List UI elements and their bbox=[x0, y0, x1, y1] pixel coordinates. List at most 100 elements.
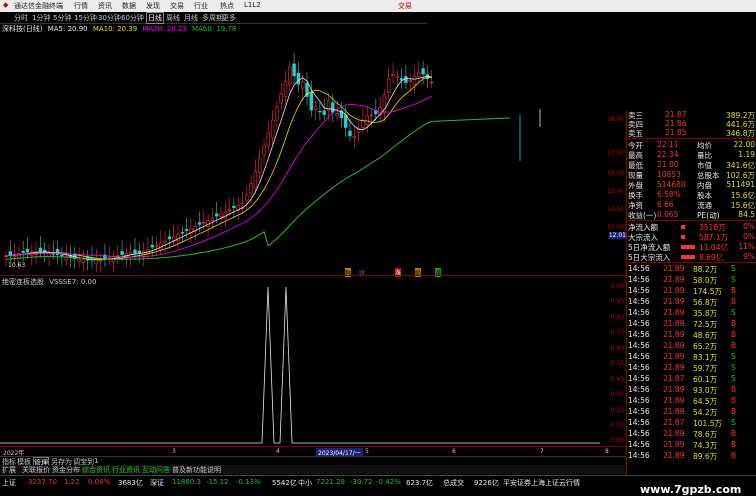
candle-body bbox=[335, 113, 339, 117]
tick-volume: 74.3万 bbox=[693, 441, 718, 450]
tick-price: 21.89 bbox=[663, 385, 685, 394]
period-tab-60min[interactable]: 60分钟 bbox=[121, 13, 144, 23]
tick-volume: 89.6万 bbox=[693, 452, 718, 461]
candle-body bbox=[154, 244, 159, 247]
ma5-line bbox=[5, 75, 432, 261]
ma20-label: MA20: 20.23 bbox=[142, 25, 187, 33]
subtab-related-quotes[interactable]: 关联报价 bbox=[22, 465, 50, 475]
tick-volume: 101.5万 bbox=[693, 419, 722, 428]
tick-price: 21.89 bbox=[663, 429, 685, 438]
xtick: 6 bbox=[452, 448, 456, 455]
xtick: 5 bbox=[365, 448, 369, 455]
ytick: 15.00 bbox=[606, 188, 624, 195]
ma5-label: MA5: 20.90 bbox=[47, 25, 88, 33]
subtab-expand[interactable]: 扩展 bbox=[2, 465, 16, 475]
period-tab-monthly[interactable]: 月线 bbox=[184, 13, 198, 23]
tick-side: S bbox=[731, 352, 736, 361]
zx-change: -30.72 bbox=[350, 478, 373, 486]
ytick: 0.90 bbox=[610, 298, 624, 305]
candle-body bbox=[94, 259, 99, 265]
candle-body bbox=[408, 80, 412, 82]
menu-news[interactable]: 资讯 bbox=[98, 1, 112, 11]
zx-index: 7221.29 bbox=[316, 478, 345, 486]
tick-volume: 64.5万 bbox=[693, 397, 718, 406]
candle-body bbox=[253, 171, 258, 189]
candle-body bbox=[55, 249, 60, 255]
flow-pct: 9% bbox=[743, 252, 755, 261]
tick-side: B bbox=[731, 330, 737, 339]
sz-pct: -0.13% bbox=[236, 478, 261, 486]
stat-value: 6.58% bbox=[657, 190, 681, 199]
tick-row: 14:56 21.89 35.8万 S bbox=[627, 308, 756, 319]
xtick: 3 bbox=[172, 448, 176, 455]
tick-price: 21.89 bbox=[663, 451, 685, 460]
tick-price: 21.89 bbox=[663, 286, 685, 295]
ytick: 0.00 bbox=[610, 437, 624, 444]
menu-data[interactable]: 数据 bbox=[122, 1, 136, 11]
ytick: 16.00 bbox=[606, 170, 624, 177]
candle-body bbox=[60, 254, 64, 257]
candle-body bbox=[313, 106, 318, 110]
subtab-qa[interactable]: 互动问答 bbox=[142, 465, 170, 475]
menu-l1l2[interactable]: L1L2 bbox=[244, 1, 261, 9]
title-bar: ◆ 通达信金融终端 行情 资讯 数据 发现 交易 行业 热点 L1L2 交易 bbox=[0, 0, 756, 12]
ma10-line bbox=[5, 76, 432, 260]
tick-row: 14:56 21.89 65.2万 B bbox=[627, 341, 756, 352]
menu-industry[interactable]: 行业 bbox=[194, 1, 208, 11]
candle-body bbox=[288, 66, 292, 85]
tab-one[interactable]: 1 bbox=[94, 457, 98, 465]
tick-volume: 93.0万 bbox=[693, 386, 718, 395]
period-tab-1min[interactable]: 1分钟 bbox=[32, 13, 50, 23]
flow-pct: 11% bbox=[738, 242, 755, 251]
candle-body bbox=[77, 258, 81, 262]
menu-trade[interactable]: 交易 bbox=[170, 1, 184, 11]
subtab-fund-distribution[interactable]: 资金分布 bbox=[52, 465, 80, 475]
menu-quotes[interactable]: 行情 bbox=[74, 1, 88, 11]
candle-body bbox=[318, 110, 322, 113]
indicator-chart[interactable] bbox=[0, 283, 600, 447]
stat-value: 511491 bbox=[726, 180, 755, 189]
ytick: 0.80 bbox=[610, 314, 624, 321]
tick-time: 14:56 bbox=[628, 407, 650, 416]
stat-value: 84.5 bbox=[738, 210, 755, 219]
subtab-industry-news[interactable]: 行业资讯 bbox=[112, 465, 140, 475]
period-tab-5min[interactable]: 5分钟 bbox=[53, 13, 71, 23]
period-tab-timeshare[interactable]: 分时 bbox=[14, 13, 28, 23]
tick-time: 14:56 bbox=[628, 451, 650, 460]
ma60-line bbox=[5, 117, 511, 260]
candle-body bbox=[232, 205, 236, 209]
tick-time: 14:56 bbox=[628, 275, 650, 284]
candle-body bbox=[365, 115, 369, 125]
tick-price: 21.89 bbox=[663, 341, 685, 350]
period-tab-more[interactable]: 更多 bbox=[222, 13, 236, 23]
tick-volume: 60.1万 bbox=[693, 375, 718, 384]
sell-price: 21.86 bbox=[665, 119, 687, 128]
trade-button[interactable]: 交易 bbox=[398, 1, 412, 11]
tick-price: 21.89 bbox=[663, 352, 685, 361]
watermark: www.7gpzb.com bbox=[640, 483, 742, 496]
stock-name: 深科技(日线) bbox=[2, 25, 43, 33]
subtab-new-features[interactable]: 普及新功能说明 bbox=[172, 465, 221, 475]
tick-side: B bbox=[731, 440, 737, 449]
period-tab-weekly[interactable]: 周线 bbox=[166, 13, 180, 23]
period-tab-multi[interactable]: 多周期 bbox=[202, 13, 223, 23]
ma60-label: MA60: 19.78 bbox=[192, 25, 237, 33]
candle-body bbox=[176, 234, 180, 242]
tick-row: 14:56 21.87 60.1万 S bbox=[627, 374, 756, 385]
tick-price: 21.89 bbox=[663, 330, 685, 339]
tick-time: 14:56 bbox=[628, 352, 650, 361]
kline-chart[interactable] bbox=[0, 23, 600, 275]
menu-discover[interactable]: 发现 bbox=[146, 1, 160, 11]
tick-volume: 59.7万 bbox=[693, 364, 718, 373]
candle-body bbox=[296, 72, 301, 85]
period-tab-15min[interactable]: 15分钟 bbox=[74, 13, 97, 23]
indicator-axis: 1.00 0.90 0.80 0.70 0.60 0.50 0.40 0.30 … bbox=[600, 283, 626, 447]
tick-volume: 54.2万 bbox=[693, 408, 718, 417]
candle-body bbox=[429, 81, 434, 84]
tick-price: 21.89 bbox=[663, 264, 685, 273]
period-tab-30min[interactable]: 30分钟 bbox=[98, 13, 121, 23]
subtab-general-news[interactable]: 综合资讯 bbox=[82, 465, 110, 475]
ytick: 18.00 bbox=[606, 116, 624, 123]
ma10-label: MA10: 20.39 bbox=[92, 25, 138, 33]
menu-hot[interactable]: 热点 bbox=[220, 1, 234, 11]
